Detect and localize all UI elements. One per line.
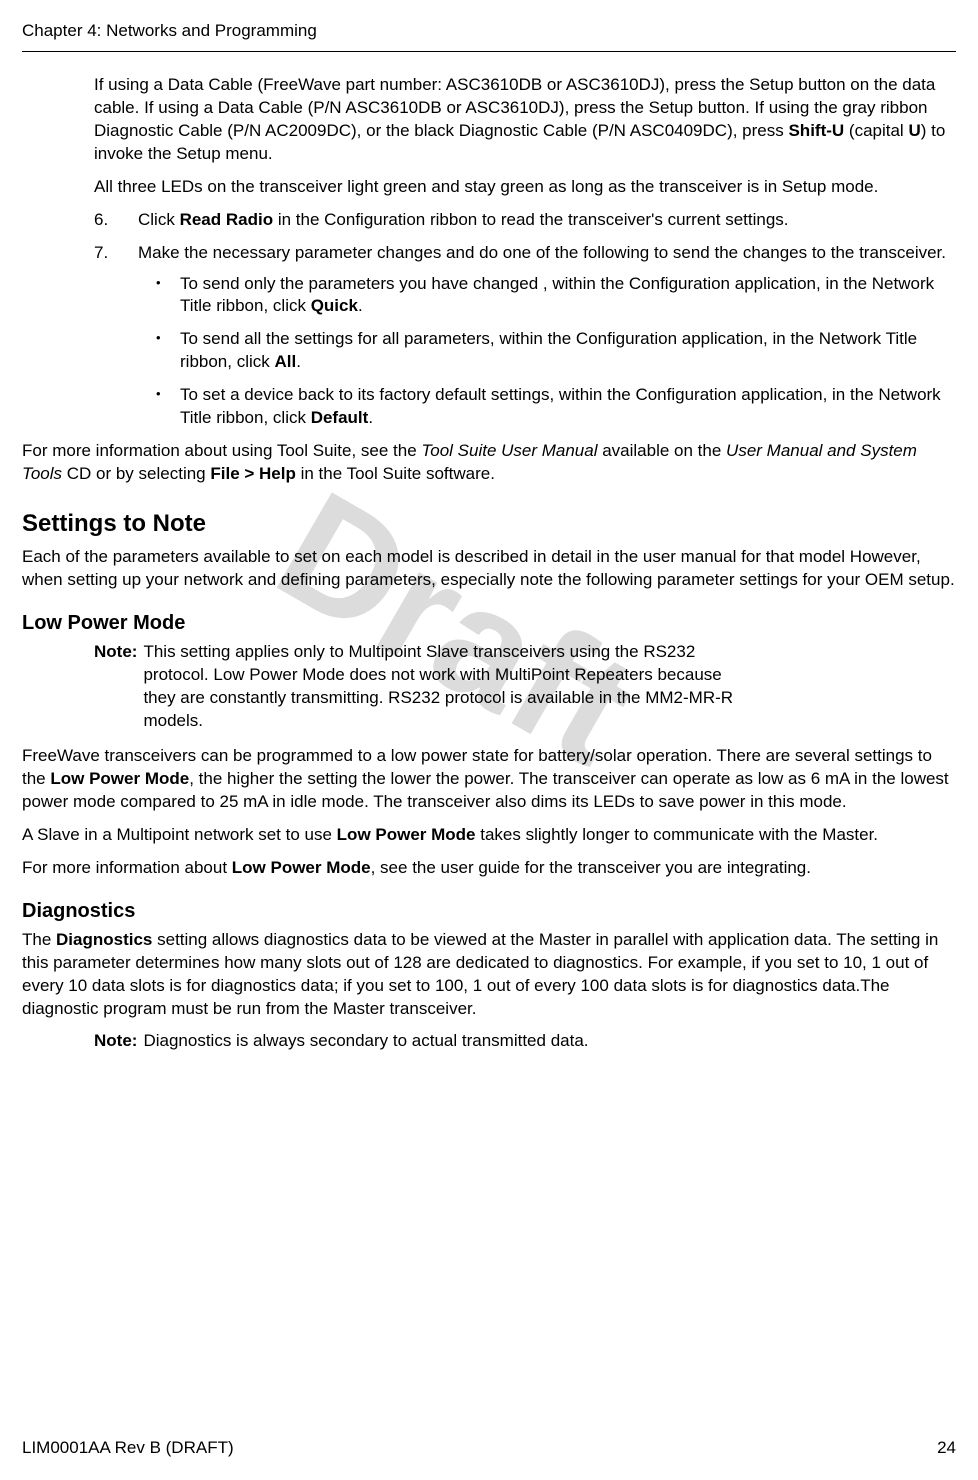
text: Make the necessary parameter changes and… bbox=[138, 243, 946, 262]
lpm-paragraph-1: FreeWave transceivers can be programmed … bbox=[22, 745, 956, 814]
list-number: 7. bbox=[94, 242, 108, 265]
text: A Slave in a Multipoint network set to u… bbox=[22, 825, 337, 844]
note-label: Note: bbox=[94, 1030, 137, 1053]
text: To set a device back to its factory defa… bbox=[180, 385, 941, 427]
list-number: 6. bbox=[94, 209, 108, 232]
lpm-paragraph-2: A Slave in a Multipoint network set to u… bbox=[22, 824, 956, 847]
bullet-item: To set a device back to its factory defa… bbox=[156, 384, 956, 430]
note-block: Note: This setting applies only to Multi… bbox=[94, 641, 956, 733]
note-label: Note: bbox=[94, 641, 137, 733]
text: , see the user guide for the transceiver… bbox=[371, 858, 811, 877]
note-block: Note: Diagnostics is always secondary to… bbox=[94, 1030, 956, 1053]
header-rule bbox=[22, 51, 956, 52]
diagnostics-heading: Diagnostics bbox=[22, 898, 956, 925]
footer-page-number: 24 bbox=[937, 1437, 956, 1460]
lpm-paragraph-3: For more information about Low Power Mod… bbox=[22, 857, 956, 880]
diagnostics-paragraph: The Diagnostics setting allows diagnosti… bbox=[22, 929, 956, 1021]
bullet-list: To send only the parameters you have cha… bbox=[138, 273, 956, 431]
list-item-7: 7. Make the necessary parameter changes … bbox=[94, 242, 956, 431]
text: For more information about using Tool Su… bbox=[22, 441, 421, 460]
bold-text: U bbox=[908, 121, 920, 140]
text: in the Configuration ribbon to read the … bbox=[273, 210, 788, 229]
text: . bbox=[296, 352, 301, 371]
bold-text: Default bbox=[311, 408, 369, 427]
text: To send only the parameters you have cha… bbox=[180, 274, 934, 316]
bold-text: All bbox=[274, 352, 296, 371]
bold-text: File > Help bbox=[210, 464, 296, 483]
bold-text: Low Power Mode bbox=[232, 858, 371, 877]
bold-text: Read Radio bbox=[180, 210, 274, 229]
text: (capital bbox=[844, 121, 908, 140]
italic-text: Tool Suite User Manual bbox=[421, 441, 597, 460]
bold-text: Shift-U bbox=[788, 121, 844, 140]
low-power-mode-heading: Low Power Mode bbox=[22, 610, 956, 637]
text: in the Tool Suite software. bbox=[296, 464, 495, 483]
list-item-6: 6. Click Read Radio in the Configuration… bbox=[94, 209, 956, 232]
text: Click bbox=[138, 210, 180, 229]
page-footer: LIM0001AA Rev B (DRAFT) 24 bbox=[22, 1437, 956, 1460]
bold-text: Low Power Mode bbox=[337, 825, 476, 844]
footer-left: LIM0001AA Rev B (DRAFT) bbox=[22, 1437, 234, 1460]
note-text: This setting applies only to Multipoint … bbox=[143, 641, 743, 733]
numbered-list: 6. Click Read Radio in the Configuration… bbox=[22, 209, 956, 431]
bullet-item: To send all the settings for all paramet… bbox=[156, 328, 956, 374]
bold-text: Quick bbox=[311, 296, 358, 315]
note-text: Diagnostics is always secondary to actua… bbox=[143, 1030, 956, 1053]
text: . bbox=[368, 408, 373, 427]
text: available on the bbox=[598, 441, 727, 460]
text: The bbox=[22, 930, 56, 949]
intro-paragraph-2: All three LEDs on the transceiver light … bbox=[94, 176, 956, 199]
chapter-header: Chapter 4: Networks and Programming bbox=[22, 20, 956, 43]
text: takes slightly longer to communicate wit… bbox=[476, 825, 879, 844]
bold-text: Diagnostics bbox=[56, 930, 152, 949]
text: . bbox=[358, 296, 363, 315]
bold-text: Low Power Mode bbox=[50, 769, 189, 788]
more-info-paragraph: For more information about using Tool Su… bbox=[22, 440, 956, 486]
bullet-item: To send only the parameters you have cha… bbox=[156, 273, 956, 319]
text: CD or by selecting bbox=[62, 464, 210, 483]
settings-heading: Settings to Note bbox=[22, 508, 956, 540]
text: setting allows diagnostics data to be vi… bbox=[22, 930, 938, 1018]
text: For more information about bbox=[22, 858, 232, 877]
settings-intro: Each of the parameters available to set … bbox=[22, 546, 956, 592]
intro-paragraph-1: If using a Data Cable (FreeWave part num… bbox=[94, 74, 956, 166]
